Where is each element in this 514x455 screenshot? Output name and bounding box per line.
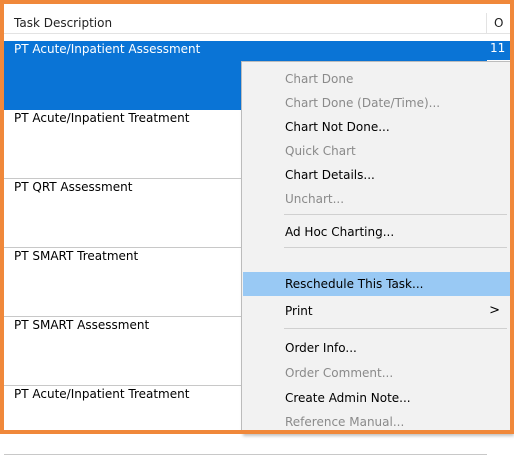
menu-item-chart-done[interactable]: Chart Done	[243, 67, 510, 91]
task-description-cell: PT QRT Assessment	[14, 180, 133, 194]
submenu-arrow-icon: >	[489, 303, 500, 318]
menu-item-unchart[interactable]: Unchart...	[243, 187, 510, 211]
menu-separator	[284, 214, 507, 215]
task-description-cell: PT Acute/Inpatient Treatment	[14, 111, 190, 125]
menu-item-reference-manual[interactable]: Reference Manual...	[243, 410, 510, 434]
menu-item-reschedule-task[interactable]: Reschedule This Task...	[243, 272, 510, 296]
column-header-task-description[interactable]: Task Description	[4, 13, 487, 33]
menu-item-quick-chart[interactable]: Quick Chart	[243, 139, 510, 163]
menu-item-chart-details[interactable]: Chart Details...	[243, 163, 510, 187]
task-row-order-cell: 11	[487, 41, 510, 60]
menu-item-create-admin-note[interactable]: Create Admin Note...	[243, 386, 510, 410]
task-list-header: Task Description O	[4, 13, 510, 34]
task-description-cell: PT SMART Assessment	[14, 318, 150, 332]
context-menu: Chart Done Chart Done (Date/Time)... Cha…	[241, 61, 512, 434]
menu-separator	[284, 328, 507, 329]
task-description-cell: PT Acute/Inpatient Assessment	[14, 42, 201, 56]
column-header-o[interactable]: O	[494, 16, 503, 30]
task-description-cell: PT SMART Treatment	[14, 249, 139, 263]
task-description-cell: PT Acute/Inpatient Treatment	[14, 387, 190, 401]
menu-item-print-label: Print	[285, 304, 313, 318]
menu-item-order-info[interactable]: Order Info...	[243, 336, 510, 360]
menu-item-ad-hoc-charting[interactable]: Ad Hoc Charting...	[243, 220, 510, 244]
menu-separator	[284, 247, 507, 248]
menu-item-print[interactable]: Print >	[243, 299, 510, 323]
menu-item-chart-done-date-time[interactable]: Chart Done (Date/Time)...	[243, 91, 510, 115]
menu-item-order-comment[interactable]: Order Comment...	[243, 361, 510, 385]
menu-item-chart-not-done[interactable]: Chart Not Done...	[243, 115, 510, 139]
